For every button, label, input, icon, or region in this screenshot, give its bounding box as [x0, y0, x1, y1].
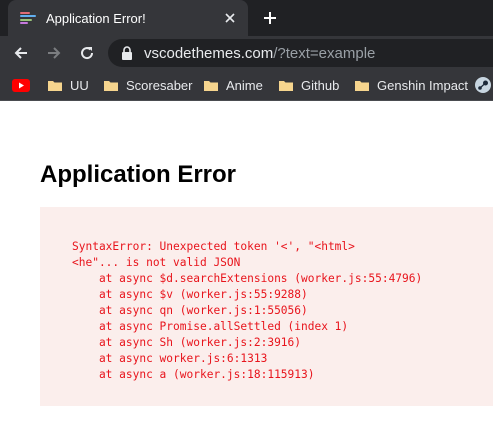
reload-icon[interactable] — [75, 41, 99, 65]
bookmark-uu[interactable]: UU — [48, 70, 89, 100]
lock-icon[interactable] — [120, 46, 134, 60]
bookmark-label: Genshin Impact — [377, 77, 469, 93]
error-line: at async $v (worker.js:55:9288) — [72, 288, 308, 301]
bookmark-scoresaber[interactable]: Scoresaber — [104, 70, 192, 100]
error-stack-trace: SyntaxError: Unexpected token '<', "<htm… — [72, 239, 493, 383]
bookmark-label: Anime — [226, 77, 263, 93]
vscode-themes-favicon-icon — [20, 12, 36, 24]
url-path: /?text=example — [273, 44, 376, 62]
error-line: SyntaxError: Unexpected token '<', "<htm… — [72, 240, 355, 253]
error-line: <he"... is not valid JSON — [72, 256, 241, 269]
youtube-icon — [12, 78, 30, 92]
folder-icon — [48, 80, 62, 91]
bookmark-steam[interactable] — [475, 70, 491, 100]
error-line: at async $d.searchExtensions (worker.js:… — [72, 272, 423, 285]
folder-icon — [279, 80, 293, 91]
url-host: vscodethemes.com — [144, 44, 274, 62]
bookmark-anime[interactable]: Anime — [204, 70, 263, 100]
forward-arrow-icon[interactable] — [42, 41, 66, 65]
address-url[interactable]: vscodethemes.com/?text=example — [144, 45, 375, 62]
error-line: at async worker.js:6:1313 — [72, 352, 268, 365]
active-tab[interactable]: Application Error! — [8, 0, 248, 36]
error-line: at async qn (worker.js:1:55056) — [72, 304, 308, 317]
folder-icon — [104, 80, 118, 91]
error-line: at async Promise.allSettled (index 1) — [72, 320, 349, 333]
bookmark-genshin-impact[interactable]: Genshin Impact — [355, 70, 468, 100]
tab-title: Application Error! — [46, 10, 146, 26]
page-content: Application Error SyntaxError: Unexpecte… — [0, 101, 493, 442]
address-bar[interactable]: vscodethemes.com/?text=example — [108, 39, 493, 67]
error-message-box: SyntaxError: Unexpected token '<', "<htm… — [40, 207, 493, 406]
browser-toolbar: vscodethemes.com/?text=example — [0, 36, 493, 70]
page-title: Application Error — [40, 161, 237, 188]
bookmark-label: UU — [70, 77, 89, 93]
folder-icon — [355, 80, 369, 91]
bookmark-label: Scoresaber — [126, 77, 193, 93]
back-arrow-icon[interactable] — [9, 41, 33, 65]
new-tab-icon[interactable] — [258, 6, 282, 30]
error-line: at async Sh (worker.js:2:3916) — [72, 336, 302, 349]
error-line: at async a (worker.js:18:115913) — [72, 368, 315, 381]
bookmarks-bar: UU Scoresaber Anime Github Genshin Impac… — [0, 70, 493, 101]
tab-strip: Application Error! — [0, 0, 493, 36]
bookmark-youtube[interactable] — [12, 70, 30, 100]
folder-icon — [204, 80, 218, 91]
tab-close-icon[interactable] — [222, 10, 238, 26]
bookmark-github[interactable]: Github — [279, 70, 339, 100]
steam-icon — [475, 77, 491, 93]
bookmark-label: Github — [301, 77, 340, 93]
